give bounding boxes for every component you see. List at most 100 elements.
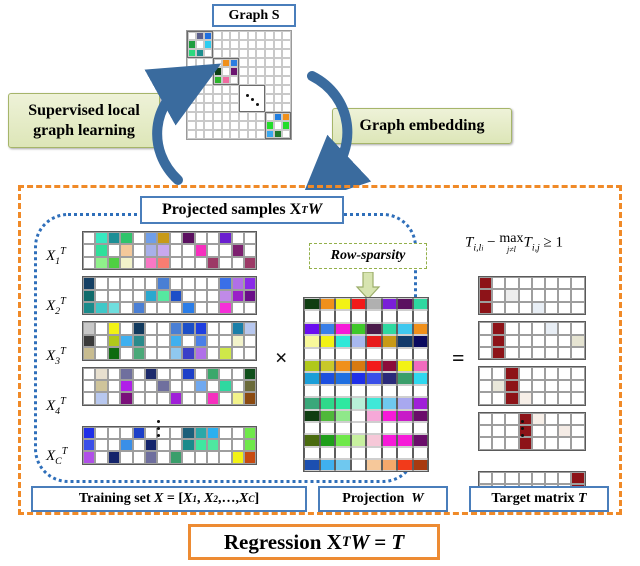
target-matrix-cell [492, 471, 506, 485]
target-matrix-cell [518, 289, 532, 302]
projection-w: W [411, 491, 424, 506]
target-matrix-cell [518, 379, 532, 393]
target-matrix-cell [479, 412, 493, 425]
constraint-t1-subsub: i [481, 243, 484, 253]
xc-sup: T [61, 446, 68, 457]
training-set-cell [194, 426, 207, 440]
target-matrix-cell [518, 346, 532, 360]
training-set-cell [120, 322, 133, 335]
training-set-matrix [82, 231, 258, 471]
projection-cell [412, 421, 428, 435]
training-set-cell [182, 277, 195, 290]
training-set-row [83, 347, 257, 360]
target-matrix-cell [492, 289, 506, 302]
training-set-cell [182, 301, 195, 315]
projection-cell [397, 459, 413, 472]
training-set-cell [132, 367, 145, 380]
target-matrix-cell [571, 322, 585, 335]
target-matrix-cell [531, 471, 545, 485]
constraint-max: max [499, 231, 524, 246]
target-matrix-cell [479, 322, 493, 335]
training-set-cell [194, 334, 207, 348]
training-set-cell [244, 334, 257, 348]
graph-s-cell [230, 31, 239, 40]
x2-sub: 2 [55, 306, 61, 317]
training-set-cell [219, 451, 232, 464]
training-set-cell [206, 347, 220, 360]
target-matrix-cell [531, 412, 545, 425]
target-matrix-cell [492, 379, 506, 393]
target-matrix-cell [571, 412, 585, 425]
target-matrix-cell [544, 322, 559, 335]
training-set-cell [107, 322, 121, 335]
training-set-row [83, 379, 257, 393]
target-matrix-row [479, 424, 585, 438]
projection-cell [350, 347, 366, 360]
projection-cell [304, 310, 320, 323]
training-set-cell [95, 244, 108, 257]
target-matrix-cell [544, 277, 559, 290]
projection-cell [412, 409, 428, 422]
ts-c1: , [197, 491, 204, 506]
training-set-cell [169, 347, 183, 360]
target-matrix-cell [531, 289, 545, 302]
training-set-cell [182, 367, 195, 380]
projection-cell [412, 310, 428, 323]
projection-cell [350, 397, 366, 410]
training-set-block [82, 276, 258, 316]
target-matrix-block [478, 321, 586, 361]
target-matrix-cell [531, 322, 545, 335]
target-matrix-cell [505, 437, 519, 450]
target-matrix-row [479, 289, 585, 302]
training-set-xc: X [238, 491, 249, 506]
training-set-row [83, 301, 257, 315]
target-matrix-cell [558, 392, 572, 405]
training-set-cell [169, 426, 183, 440]
x1-base: X [46, 248, 56, 264]
projection-cell [381, 459, 397, 472]
training-set-cell [107, 392, 121, 405]
equals-operator: = [452, 345, 465, 370]
training-set-cell [182, 232, 195, 245]
target-matrix-cell [505, 334, 519, 347]
target-matrix-cell [571, 277, 585, 290]
projection-cell [412, 322, 428, 336]
training-set-cell [244, 347, 257, 360]
training-set-cell [231, 392, 245, 405]
training-set-cell [144, 256, 158, 270]
training-set-cell [244, 244, 257, 257]
training-set-cell [182, 347, 195, 360]
training-set-cell [244, 322, 257, 335]
training-set-cell [169, 277, 183, 290]
projection-row [304, 298, 428, 311]
training-set-cell [107, 426, 121, 440]
target-matrix-cell [492, 301, 506, 315]
target-matrix-cell [558, 367, 572, 380]
projection-row [304, 421, 428, 435]
row-sparsity-label: Row-sparsity [309, 243, 427, 269]
training-set-cell [219, 439, 232, 452]
training-set-cell [144, 392, 158, 405]
projection-cell [412, 372, 428, 385]
training-set-cell [194, 379, 207, 393]
training-set-cell [182, 256, 195, 270]
training-set-cell [182, 322, 195, 335]
projection-cell [350, 459, 366, 472]
projection-cell [397, 446, 413, 460]
training-set-cell [231, 277, 245, 290]
target-matrix-cell [544, 471, 559, 485]
projection-cell [335, 421, 351, 435]
target-matrix-cell [531, 392, 545, 405]
graph-s-cell [247, 31, 257, 40]
target-matrix-cell [571, 367, 585, 380]
target-matrix-cell [571, 424, 585, 438]
projection-cell [319, 434, 335, 447]
training-set-cell [219, 334, 232, 348]
projection-cell [366, 372, 382, 385]
target-matrix-cell [558, 437, 572, 450]
training-set-block [82, 425, 258, 465]
projection-cell [412, 434, 428, 447]
target-matrix-row [479, 379, 585, 393]
projection-cell [304, 298, 320, 311]
projection-row [304, 446, 428, 460]
